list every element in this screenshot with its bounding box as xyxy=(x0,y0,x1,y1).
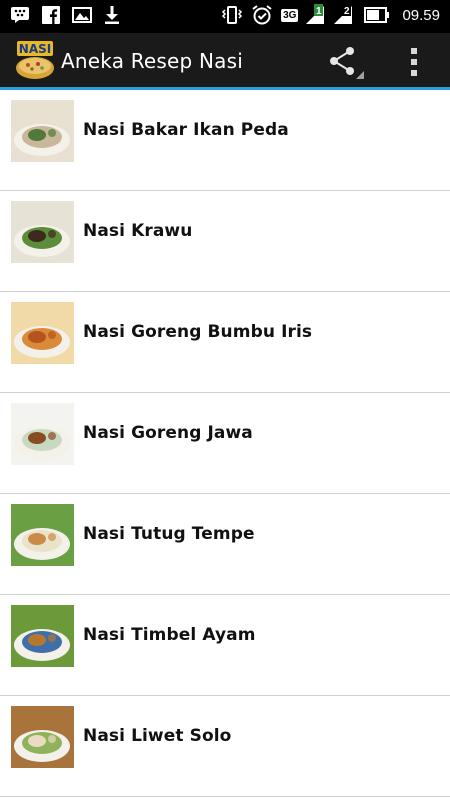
status-bar: 3G 1 2 09.59 xyxy=(0,0,450,33)
battery-icon xyxy=(364,7,390,23)
app-logo-icon[interactable]: NASI xyxy=(14,40,56,82)
recipe-thumbnail xyxy=(11,201,74,263)
recipe-title: Nasi Krawu xyxy=(83,221,193,241)
recipe-list-item[interactable]: Nasi Krawu xyxy=(0,191,450,292)
app-title: Aneka Resep Nasi xyxy=(61,49,243,73)
svg-text:1: 1 xyxy=(316,6,322,17)
alarm-icon xyxy=(251,4,273,26)
recipe-thumbnail xyxy=(11,706,74,768)
gallery-icon xyxy=(72,6,92,24)
vibrate-icon xyxy=(221,5,243,25)
recipe-list-item[interactable]: Nasi Goreng Bumbu Iris xyxy=(0,292,450,393)
svg-text:2: 2 xyxy=(344,6,350,17)
share-button[interactable] xyxy=(326,44,366,80)
svg-text:NASI: NASI xyxy=(19,42,51,56)
bbm-icon xyxy=(10,6,30,24)
recipe-list-item[interactable]: Nasi Tutug Tempe xyxy=(0,494,450,595)
download-icon xyxy=(104,6,120,24)
recipe-list-item[interactable]: Nasi Timbel Ayam xyxy=(0,595,450,696)
recipe-thumbnail xyxy=(11,504,74,566)
share-icon xyxy=(330,47,364,79)
overflow-menu-icon xyxy=(411,48,417,76)
notification-icons xyxy=(10,6,120,24)
recipe-title: Nasi Bakar Ikan Peda xyxy=(83,120,289,140)
overflow-menu-button[interactable] xyxy=(402,44,426,80)
recipe-list-item[interactable]: Nasi Liwet Solo xyxy=(0,696,450,797)
network-type-badge: 3G xyxy=(281,8,299,22)
action-bar: NASI Aneka Resep Nasi xyxy=(0,33,450,90)
recipe-title: Nasi Tutug Tempe xyxy=(83,524,255,544)
recipe-title: Nasi Timbel Ayam xyxy=(83,625,256,645)
recipe-title: Nasi Goreng Bumbu Iris xyxy=(83,322,313,342)
recipe-title: Nasi Goreng Jawa xyxy=(83,423,253,443)
signal-icon: 1 2 xyxy=(306,4,356,26)
recipe-list: Nasi Bakar Ikan Peda Nasi Krawu Nasi Goren… xyxy=(0,90,450,797)
recipe-title: Nasi Liwet Solo xyxy=(83,726,232,746)
recipe-list-item[interactable]: Nasi Bakar Ikan Peda xyxy=(0,90,450,191)
facebook-icon xyxy=(42,6,60,24)
recipe-thumbnail xyxy=(11,403,74,465)
recipe-list-item[interactable]: Nasi Goreng Jawa xyxy=(0,393,450,494)
recipe-thumbnail xyxy=(11,100,74,162)
recipe-thumbnail xyxy=(11,605,74,667)
clock: 09.59 xyxy=(402,6,440,24)
system-icons: 3G 1 2 09.59 xyxy=(221,4,440,26)
recipe-thumbnail xyxy=(11,302,74,364)
